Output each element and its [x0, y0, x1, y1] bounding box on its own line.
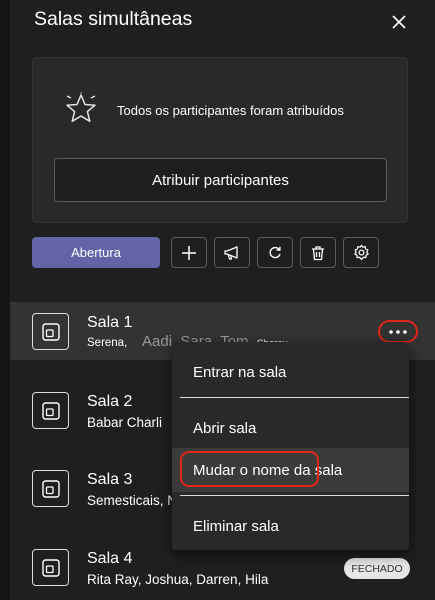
settings-button[interactable] [343, 237, 379, 268]
menu-item-open-room[interactable]: Abrir sala [172, 406, 409, 450]
announcement-icon [224, 245, 238, 260]
more-options-button[interactable] [378, 320, 418, 343]
menu-item-rename-room[interactable]: Mudar o nome da sala [172, 448, 409, 492]
refresh-icon [269, 246, 281, 258]
announcement-button[interactable] [214, 237, 250, 268]
add-icon [182, 245, 196, 260]
room-name: Sala 1 [87, 314, 133, 331]
room-participants: Serena, [87, 337, 128, 349]
room-name: Sala 2 [87, 393, 133, 410]
star-icon [66, 92, 96, 123]
room-icon [32, 392, 69, 429]
refresh-button[interactable] [257, 237, 293, 268]
assign-participants-button[interactable]: Atribuir participantes [54, 158, 387, 202]
room-name: Sala 3 [87, 471, 133, 488]
room-participants: Babar Charli [87, 415, 163, 430]
close-icon [392, 15, 406, 29]
open-rooms-button[interactable]: Abertura [32, 237, 160, 268]
assignment-card: Todos os participantes foram atribuídos … [32, 57, 408, 223]
app-rail-edge [0, 0, 10, 600]
delete-icon [312, 245, 324, 260]
room-name: Sala 4 [87, 550, 133, 567]
menu-divider [180, 397, 409, 398]
status-badge: FECHADO [344, 558, 410, 579]
more-icon [389, 329, 407, 334]
assignment-status-text: Todos os participantes foram atribuídos [117, 103, 344, 118]
add-room-button[interactable] [171, 237, 207, 268]
room-icon [32, 470, 69, 507]
room-icon [32, 313, 69, 350]
room-context-menu: Entrar na sala Abrir sala Mudar o nome d… [172, 342, 409, 550]
room-participants: Rita Ray, Joshua, Darren, Hila [87, 572, 269, 587]
settings-icon [353, 244, 369, 261]
menu-divider [180, 495, 409, 496]
menu-item-delete-room[interactable]: Eliminar sala [172, 504, 409, 548]
delete-room-button[interactable] [300, 237, 336, 268]
room-icon [32, 549, 69, 586]
menu-item-join-room[interactable]: Entrar na sala [172, 350, 409, 394]
panel-title: Salas simultâneas [34, 8, 193, 30]
rooms-toolbar: Abertura [32, 237, 412, 268]
highlight-ring [180, 451, 319, 487]
close-button[interactable] [386, 10, 412, 34]
